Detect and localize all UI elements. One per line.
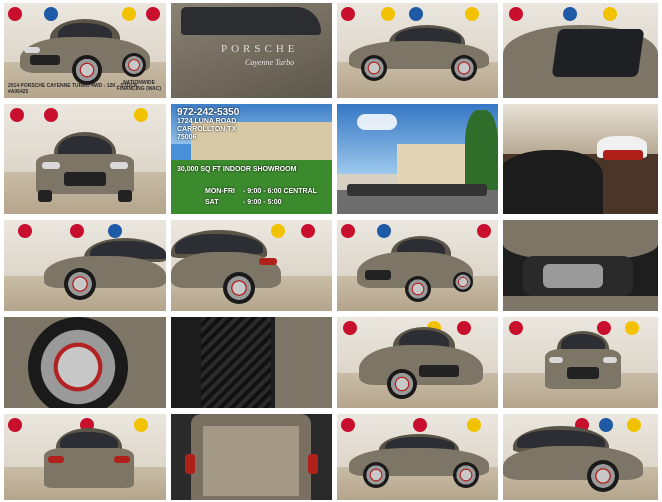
thumbnail-photo-16[interactable] [503,317,658,408]
hours-value-weekday: - 9:00 - 6:00 CENTRAL [243,188,317,195]
thumbnail-photo-20[interactable] [503,414,658,500]
car-front-view [36,132,134,204]
thumbnail-photo-9[interactable] [4,220,166,311]
thumbnail-photo-1[interactable]: NATIONWIDE FINANCING (WAC) 2014 PORSCHE … [4,3,166,98]
thumbnail-photo-3[interactable] [337,3,498,98]
car-side-rear-quarter [44,238,166,304]
car-side-profile [349,25,489,83]
thumbnail-photo-2[interactable]: PORSCHE Cayenne Turbo [171,3,332,98]
thumbnail-photo-4[interactable] [503,3,658,98]
thumbnail-photo-8[interactable] [503,104,658,214]
thumbnail-photo-7[interactable] [337,104,498,214]
tire-tread-closeup [201,317,271,408]
thumbnail-photo-17[interactable] [4,414,166,500]
thumbnail-photo-13[interactable] [4,317,166,408]
sunroof [551,29,645,77]
hours-value-saturday: - 9:00 - 5:00 [243,199,282,206]
car-front-view [545,331,621,401]
photo-gallery-grid: NATIONWIDE FINANCING (WAC) 2014 PORSCHE … [0,0,662,502]
porsche-badge-text: PORSCHE [221,43,299,55]
hours-label-saturday: SAT [205,199,219,206]
thumbnail-photo-11[interactable] [337,220,498,311]
cayenne-turbo-script: Cayenne Turbo [245,58,295,67]
engine-bay [503,220,658,260]
car-side-profile [349,434,489,490]
wheel-closeup [28,317,128,408]
thumbnail-photo-19[interactable] [337,414,498,500]
car-rear-view [44,428,134,498]
car-side-rear-quarter [503,426,643,496]
car-front-three-quarter [20,19,150,89]
thumbnail-photo-15[interactable] [337,317,498,408]
vehicle-caption: 2014 PORSCHE CAYENNE TURBO 4WD - 12K - S… [8,83,138,95]
thumbnail-photo-6[interactable]: 972-242-5350 1724 LUNA ROAD CARROLLTON T… [171,104,332,214]
hours-label-weekday: MON-FRI [205,188,235,195]
car-rear-quarter [171,230,281,306]
thumbnail-photo-14[interactable] [171,317,332,408]
showroom-text: 30,000 SQ FT INDOOR SHOWROOM [177,166,297,173]
thumbnail-photo-10[interactable] [171,220,332,311]
car-front-three-quarter [357,236,473,306]
car-front-three-quarter [359,327,483,405]
thumbnail-photo-18[interactable] [171,414,332,500]
thumbnail-photo-5[interactable] [4,104,166,214]
dealer-zip: 75006 [177,134,197,141]
thumbnail-photo-12[interactable] [503,220,658,311]
